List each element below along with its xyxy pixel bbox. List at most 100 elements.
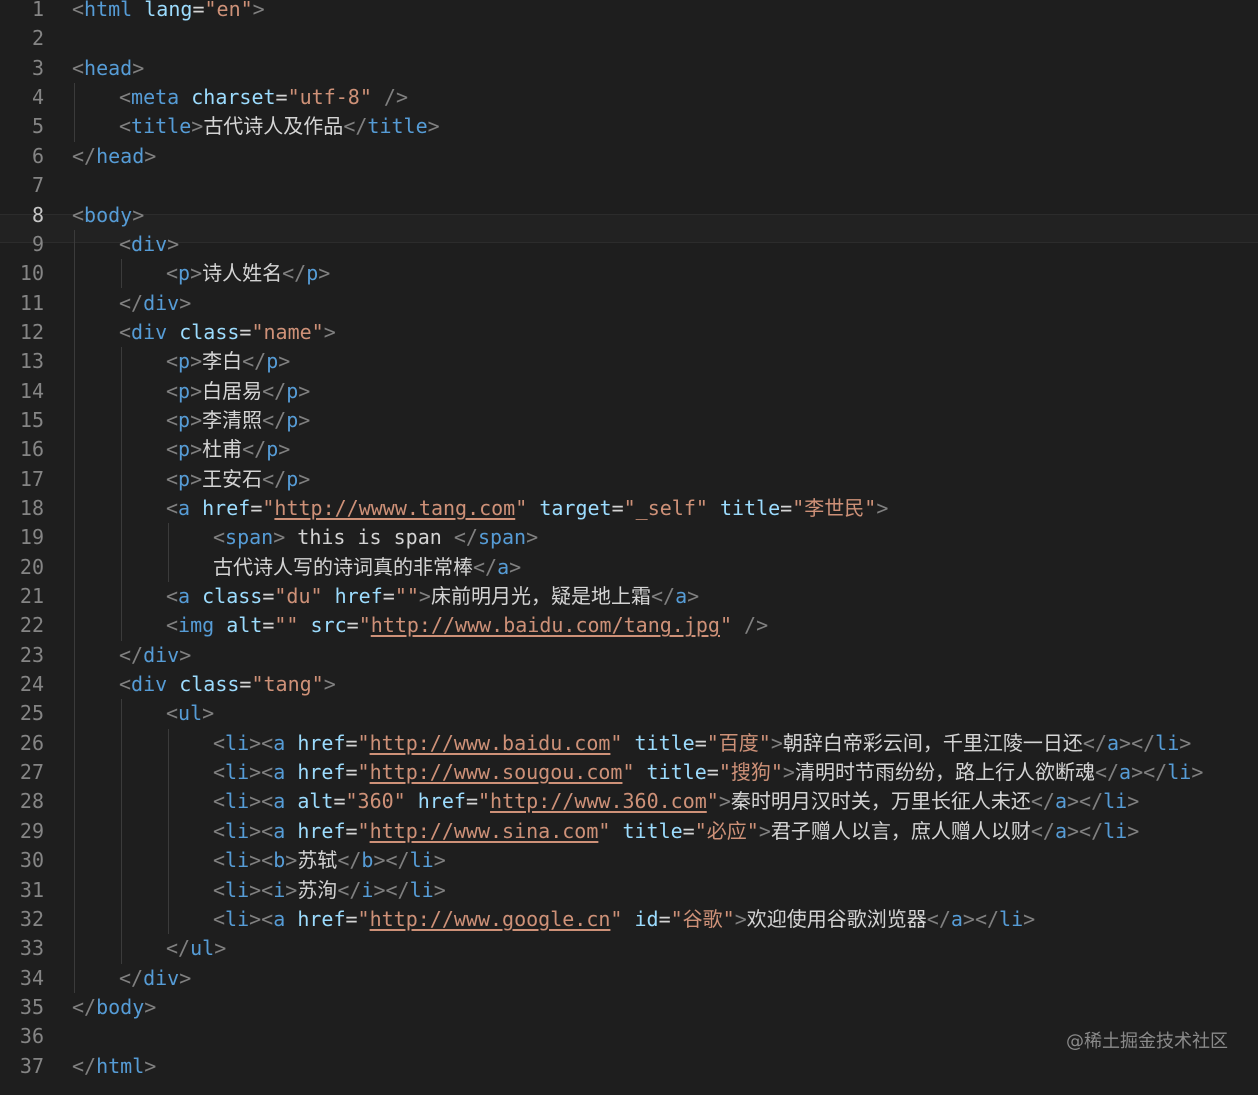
code-content: <meta charset="utf-8" />: [119, 83, 408, 112]
tag-name: a: [675, 584, 688, 608]
punctuation: <: [166, 466, 179, 491]
punctuation: />: [371, 85, 409, 110]
punctuation: </: [650, 584, 676, 608]
punctuation: >: [734, 906, 747, 931]
punctuation: >: [876, 495, 889, 520]
code-line[interactable]: 19 <span> this is span </span>: [0, 525, 1258, 566]
tag-name: span: [477, 525, 527, 550]
punctuation: >: [718, 789, 731, 814]
tag-name: body: [96, 994, 145, 1019]
attribute-name: alt: [214, 613, 263, 638]
line-number: 10: [19, 261, 44, 286]
url-link[interactable]: http://www.sina.com: [370, 819, 599, 843]
punctuation: ><: [249, 789, 274, 814]
tag-name: a: [273, 789, 286, 814]
punctuation: >: [190, 437, 203, 462]
code-line[interactable]: 8 <body>: [0, 203, 1258, 244]
code-content: <li><a href="http://www.sina.com" title=…: [213, 817, 1139, 846]
punctuation: >: [758, 818, 771, 843]
code-content: <p>李白</p>: [166, 347, 290, 376]
tag-name: li: [225, 906, 250, 931]
text-content: =: [262, 584, 275, 608]
punctuation: >: [285, 848, 298, 873]
punctuation: </: [119, 965, 144, 990]
url-link[interactable]: http://www.sougou.com: [370, 760, 623, 784]
code-editor[interactable]: 1 <html lang="en"> 2 3 <head> 4 <meta charset=…: [0, 0, 1258, 1080]
punctuation: ></: [1067, 789, 1104, 814]
attribute-value: "百度": [706, 730, 771, 755]
attribute-value: ": [262, 495, 275, 520]
tag-name: p: [266, 349, 279, 374]
indent-guide: [121, 699, 122, 964]
url-link[interactable]: http://www.360.com: [490, 789, 707, 813]
line-number: 16: [19, 437, 44, 462]
punctuation: </: [119, 642, 144, 667]
url-link[interactable]: http://www.google.cn: [370, 907, 611, 931]
tag-name: a: [1054, 818, 1067, 843]
code-content: <html lang="en">: [72, 0, 265, 24]
punctuation: >: [509, 554, 522, 579]
code-line[interactable]: 2: [0, 26, 1258, 67]
text-content: =: [239, 319, 252, 344]
punctuation: ><: [249, 848, 274, 873]
tag-name: a: [273, 818, 286, 843]
url-link[interactable]: http://www.baidu.com/tang.jpg: [371, 613, 720, 637]
code-line[interactable]: 18 <a href="http://wwww.tang.com" target=…: [0, 496, 1258, 537]
tag-name: ul: [190, 936, 215, 961]
punctuation: <: [166, 584, 179, 608]
code-line[interactable]: 6 </head>: [0, 144, 1258, 185]
text-content: =: [262, 613, 275, 638]
punctuation: >: [323, 672, 336, 697]
url-link[interactable]: http://www.baidu.com: [370, 731, 611, 755]
punctuation: </: [926, 906, 951, 931]
tag-name: div: [131, 319, 168, 344]
text-content: =: [780, 495, 793, 520]
code-line[interactable]: 30 <li><b>苏轼</b></li>: [0, 848, 1258, 889]
text-content: =: [333, 789, 346, 814]
code-line[interactable]: 5 <title>古代诗人及作品</title>: [0, 114, 1258, 155]
punctuation: <: [166, 701, 179, 726]
code-line[interactable]: 34 </div>: [0, 966, 1258, 1007]
code-line[interactable]: 29 <li><a href="http://www.sina.com" titl…: [0, 819, 1258, 860]
attribute-value: "utf-8": [287, 85, 372, 110]
punctuation: <: [72, 0, 85, 21]
punctuation: >: [190, 378, 203, 403]
punctuation: >: [132, 203, 145, 228]
url-link[interactable]: http://wwww.tang.com: [274, 496, 515, 520]
code-content: <li><a href="http://www.sougou.com" titl…: [213, 758, 1203, 787]
code-content: </div>: [119, 964, 191, 993]
attribute-name: src: [298, 613, 347, 638]
text-content: =: [346, 613, 359, 638]
line-number: 1: [31, 0, 44, 21]
punctuation: </: [242, 437, 267, 462]
attribute-value: "": [274, 613, 299, 638]
code-content: </body>: [72, 993, 156, 1022]
code-line[interactable]: 37 </html>: [0, 1054, 1258, 1095]
text-content: =: [682, 818, 695, 843]
attribute-value: ": [357, 818, 370, 843]
punctuation: </: [453, 525, 478, 550]
punctuation: </: [262, 378, 287, 403]
code-line[interactable]: 1 <html lang="en">: [0, 0, 1258, 38]
punctuation: >: [179, 965, 192, 990]
punctuation: ><: [249, 906, 274, 931]
line-number: 6: [31, 143, 44, 168]
code-line[interactable]: 7: [0, 173, 1258, 214]
tag-name: p: [266, 437, 279, 462]
attribute-value: ": [610, 730, 623, 755]
attribute-value: "name": [251, 319, 324, 344]
code-content: <p>诗人姓名</p>: [166, 259, 330, 288]
text-content: 欢迎使用谷歌浏览器: [746, 906, 927, 931]
tag-name: p: [178, 437, 191, 462]
tag-name: p: [178, 261, 191, 286]
attribute-value: "360": [345, 789, 406, 814]
tag-name: p: [178, 349, 191, 374]
punctuation: <: [166, 378, 179, 403]
tag-name: i: [273, 877, 286, 902]
line-number: 19: [19, 525, 44, 550]
punctuation: <: [213, 525, 226, 550]
text-content: =: [382, 584, 395, 608]
punctuation: </: [262, 407, 287, 432]
text-content: 秦时明月汉时关，万里长征人未还: [730, 789, 1031, 814]
attribute-name: lang: [132, 0, 193, 21]
